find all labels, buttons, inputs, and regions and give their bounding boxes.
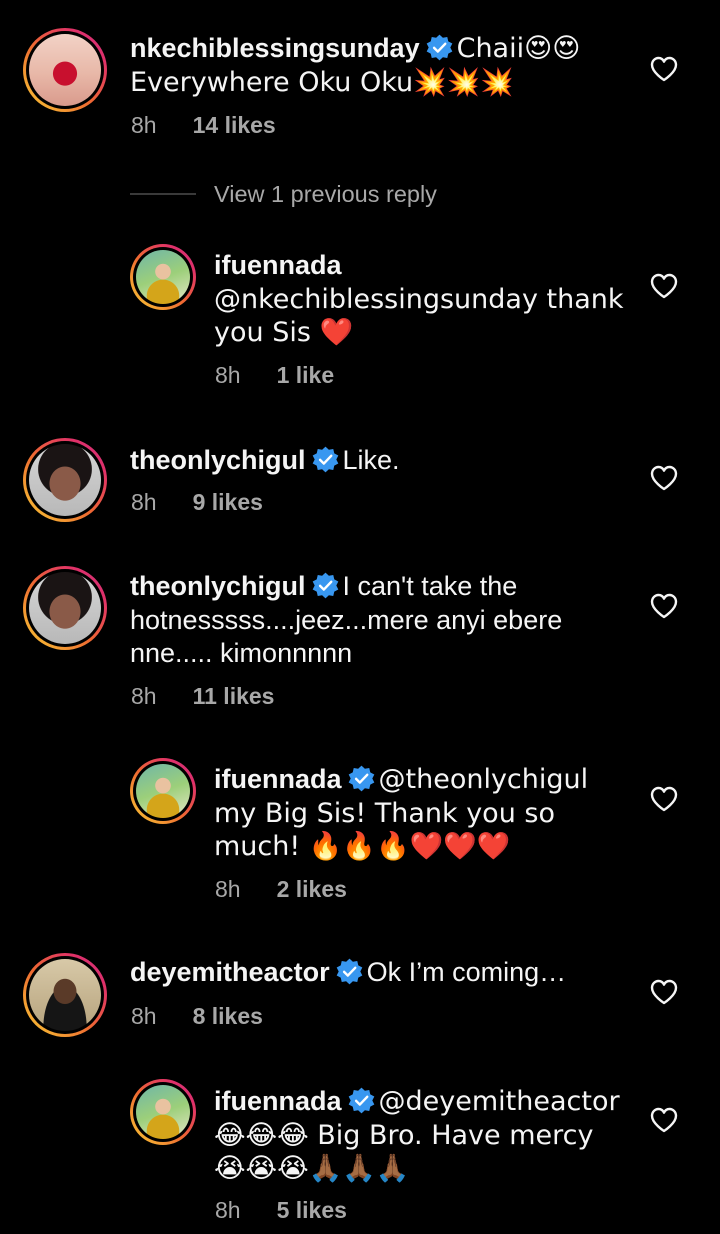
timestamp: 8h xyxy=(131,112,157,138)
heart-outline-icon[interactable] xyxy=(650,273,678,299)
username[interactable]: ifuennada xyxy=(214,1086,342,1116)
avatar[interactable] xyxy=(23,566,107,650)
username[interactable]: ifuennada xyxy=(214,764,342,794)
verified-badge-icon xyxy=(336,958,363,985)
comment-text: ifuennada @deyemitheactor 😂😂😂 Big Bro. Ha… xyxy=(214,1085,624,1186)
avatar[interactable] xyxy=(23,953,107,1037)
likes-count[interactable]: 9 likes xyxy=(193,489,263,515)
avatar[interactable] xyxy=(130,1079,196,1145)
username[interactable]: theonlychigul xyxy=(130,571,306,601)
verified-badge-icon xyxy=(426,34,453,61)
comment-meta: 8h 9 likes xyxy=(131,489,263,516)
username[interactable]: ifuennada xyxy=(214,250,342,280)
comment-meta: 8h 14 likes xyxy=(131,112,276,139)
timestamp: 8h xyxy=(131,683,157,709)
avatar[interactable] xyxy=(23,438,107,522)
view-previous-replies-button[interactable]: View 1 previous reply xyxy=(130,176,437,212)
divider xyxy=(130,193,196,195)
likes-count[interactable]: 2 likes xyxy=(277,876,347,902)
likes-count[interactable]: 11 likes xyxy=(193,683,275,709)
comment-meta: 8h 1 like xyxy=(215,362,334,389)
heart-outline-icon[interactable] xyxy=(650,1107,678,1133)
view-previous-replies-label: View 1 previous reply xyxy=(214,180,437,207)
comment-text: theonlychigul Like. xyxy=(130,444,620,478)
likes-count[interactable]: 5 likes xyxy=(277,1197,347,1223)
timestamp: 8h xyxy=(131,1003,157,1029)
heart-outline-icon[interactable] xyxy=(650,465,678,491)
username[interactable]: nkechiblessingsunday xyxy=(130,33,420,63)
comment-body: @nkechiblessingsunday thank you Sis ❤️ xyxy=(214,283,624,349)
timestamp: 8h xyxy=(215,1197,241,1223)
avatar[interactable] xyxy=(130,244,196,310)
avatar[interactable] xyxy=(23,28,107,112)
comment-text: nkechiblessingsunday Chaii😍😍 Everywhere O… xyxy=(130,32,620,99)
likes-count[interactable]: 1 like xyxy=(277,362,335,388)
timestamp: 8h xyxy=(215,876,241,902)
comment-text: theonlychigul I can't take the hotnesssss… xyxy=(130,570,620,671)
comment-meta: 8h 2 likes xyxy=(215,876,347,903)
avatar[interactable] xyxy=(130,758,196,824)
heart-outline-icon[interactable] xyxy=(650,593,678,619)
heart-outline-icon[interactable] xyxy=(650,786,678,812)
likes-count[interactable]: 8 likes xyxy=(193,1003,263,1029)
username[interactable]: theonlychigul xyxy=(130,445,306,475)
comment-text: deyemitheactor Ok I’m coming… xyxy=(130,956,620,990)
comment-body: Like. xyxy=(342,445,400,475)
verified-badge-icon xyxy=(312,572,339,599)
comment-text: ifuennada @theonlychigul my Big Sis! Than… xyxy=(214,763,624,864)
verified-badge-icon xyxy=(312,446,339,473)
comment-meta: 8h 11 likes xyxy=(131,683,274,710)
likes-count[interactable]: 14 likes xyxy=(193,112,276,138)
username[interactable]: deyemitheactor xyxy=(130,957,330,987)
timestamp: 8h xyxy=(215,362,241,388)
comment-meta: 8h 5 likes xyxy=(215,1197,347,1224)
comment-body: Ok I’m coming… xyxy=(366,957,567,987)
timestamp: 8h xyxy=(131,489,157,515)
verified-badge-icon xyxy=(348,765,375,792)
comment-meta: 8h 8 likes xyxy=(131,1003,263,1030)
comment-text: ifuennada @nkechiblessingsunday thank yo… xyxy=(214,249,624,350)
heart-outline-icon[interactable] xyxy=(650,56,678,82)
heart-outline-icon[interactable] xyxy=(650,979,678,1005)
verified-badge-icon xyxy=(348,1087,375,1114)
